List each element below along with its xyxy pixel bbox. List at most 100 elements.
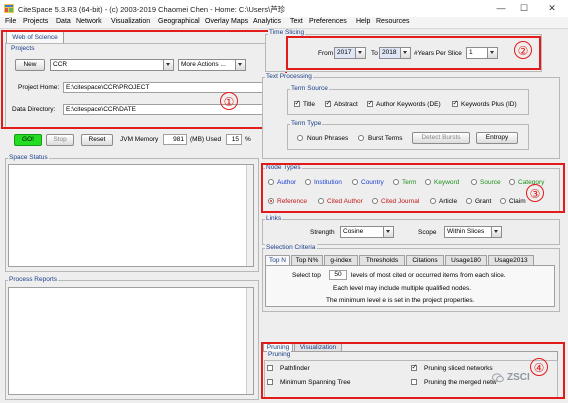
keyword-label: Keyword [434,179,460,186]
abstract-checkbox[interactable] [325,99,331,107]
window-title-bar: CiteSpace 5.3.R3 (64-bit) - (c) 2003-201… [0,0,568,17]
project-select[interactable]: CCR [50,59,174,71]
text-processing-title: Text Processing [265,73,313,80]
node-types-title: Node Types [265,164,302,171]
author-keywords-checkbox[interactable] [367,99,373,107]
detect-bursts-button[interactable]: Detect Bursts [412,132,470,144]
time-slicing-title: Time Slicing [268,29,306,36]
close-button[interactable]: ✕ [543,2,561,14]
node-types-panel [262,168,560,213]
space-status-title: Space Status [8,154,49,161]
grant-label: Grant [475,198,492,205]
tab-citations[interactable]: Citations [406,255,444,265]
keyword-radio[interactable] [425,179,431,185]
title-checkbox[interactable] [294,99,300,107]
top-n-input[interactable]: 50 [329,270,347,280]
institution-label: Institution [314,179,342,186]
scope-select[interactable]: Within Slices [444,226,502,238]
menu-text[interactable]: Text [290,18,303,25]
pathfinder-checkbox[interactable] [267,365,273,371]
entropy-button[interactable]: Entropy [476,132,518,144]
years-per-slice-label: #Years Per Slice [414,50,462,57]
author-radio[interactable] [268,179,274,185]
links-panel [262,219,560,245]
claim-radio[interactable] [500,198,506,204]
article-label: Article [439,198,458,205]
menu-network[interactable]: Network [76,18,102,25]
mst-checkbox[interactable] [267,379,273,385]
menu-data[interactable]: Data [56,18,71,25]
abstract-label: Abstract [334,101,358,108]
stop-button[interactable]: Stop [46,134,74,146]
chevron-down-icon [491,227,501,237]
menu-projects[interactable]: Projects [23,18,48,25]
menu-visualization[interactable]: Visualization [111,18,150,25]
menu-analytics[interactable]: Analytics [253,18,281,25]
pruning-sliced-checkbox[interactable] [411,363,417,371]
source-radio[interactable] [471,179,477,185]
process-reports-scrollbar[interactable] [246,288,253,394]
select-top-desc: levels of most cited or occurred items f… [351,272,506,279]
wechat-icon [492,373,504,383]
annotation-number-2: ② [514,41,532,59]
tab-top-n[interactable]: Top N [265,255,290,265]
space-status-scrollbar[interactable] [246,165,253,266]
reset-button[interactable]: Reset [81,134,113,146]
annotation-number-4: ④ [530,358,548,376]
article-radio[interactable] [430,198,436,204]
project-home-field[interactable]: E:\citespace\CCR\PROJECT [63,82,263,93]
country-radio[interactable] [352,179,358,185]
from-year-select[interactable]: 2017 [334,47,366,59]
tab-g-index[interactable]: g-index [324,255,358,265]
menu-file[interactable]: File [5,18,16,25]
links-title: Links [265,215,283,222]
select-top-label: Select top [292,272,321,279]
menu-help[interactable]: Help [356,18,370,25]
menu-geographical[interactable]: Geographical [158,18,200,25]
category-radio[interactable] [509,179,515,185]
minimize-button[interactable]: — [492,2,510,14]
institution-radio[interactable] [305,179,311,185]
keywords-plus-checkbox[interactable] [452,99,458,107]
cited-journal-radio[interactable] [372,198,378,204]
to-year-select[interactable]: 2018 [379,47,411,59]
new-project-button[interactable]: New [15,59,45,71]
tab-thresholds[interactable]: Thresholds [359,255,405,265]
source-label: Source [480,179,501,186]
jvm-memory-label: JVM Memory [120,136,159,143]
author-label: Author [277,179,297,186]
from-year-value: 2017 [337,49,352,56]
process-reports-area[interactable] [8,287,254,395]
noun-phrases-radio[interactable] [297,135,303,141]
tab-usage180[interactable]: Usage180 [445,255,487,265]
chevron-down-icon [487,48,497,58]
maximize-button[interactable]: ☐ [515,2,533,14]
tab-usage2013[interactable]: Usage2013 [488,255,534,265]
menu-resources[interactable]: Resources [376,18,409,25]
burst-terms-radio[interactable] [358,135,364,141]
years-per-slice-select[interactable]: 1 [466,47,498,59]
term-radio[interactable] [393,179,399,185]
go-button[interactable]: GO! [14,134,42,146]
reference-radio[interactable] [268,198,274,204]
tab-web-of-science[interactable]: Web of Science [6,31,64,43]
term-type-title: Term Type [290,120,323,127]
cited-journal-label: Cited Journal [381,198,420,205]
tab-top-n-percent[interactable]: Top N% [291,255,323,265]
menu-preferences[interactable]: Preferences [309,18,347,25]
strength-select[interactable]: Cosine [340,226,394,238]
more-actions-select[interactable]: More Actions ... [178,59,246,71]
data-directory-label: Data Directory: [12,106,56,113]
reference-label: Reference [277,198,307,205]
cited-author-radio[interactable] [318,198,324,204]
author-keywords-label: Author Keywords (DE) [376,101,441,108]
menu-overlay-maps[interactable]: Overlay Maps [205,18,248,25]
chevron-down-icon [355,48,365,58]
space-status-area[interactable] [8,164,254,267]
percent-sign: % [245,136,251,143]
selection-line-2: Each level may include multiple qualifie… [333,285,472,292]
grant-radio[interactable] [466,198,472,204]
pruning-merged-checkbox[interactable] [411,379,417,385]
burst-terms-label: Burst Terms [368,135,403,142]
noun-phrases-label: Noun Phrases [307,135,349,142]
